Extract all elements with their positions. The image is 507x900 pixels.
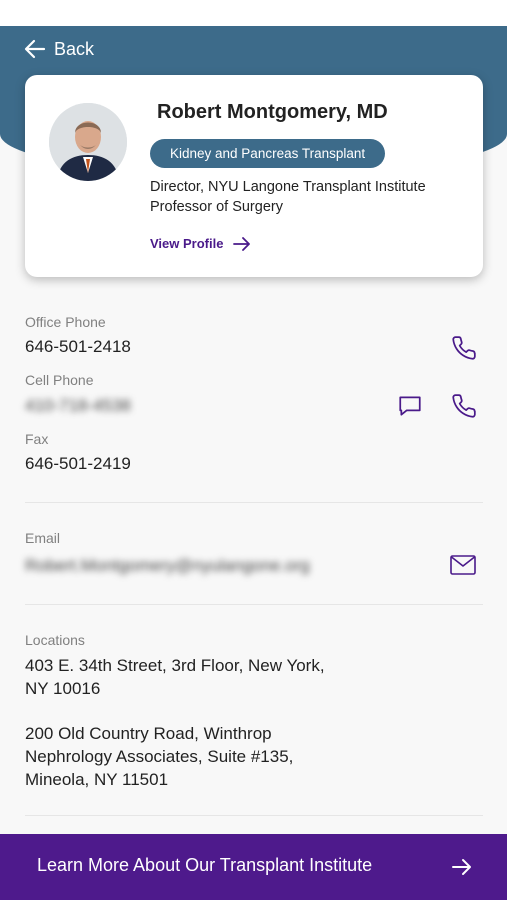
cell-phone-message-button[interactable] xyxy=(395,391,425,421)
address-line: 403 E. 34th Street, 3rd Floor, New York, xyxy=(25,656,325,675)
email-button[interactable] xyxy=(448,550,478,580)
cell-phone-label: Cell Phone xyxy=(25,372,94,388)
office-phone-value: 646-501-2418 xyxy=(25,337,131,356)
office-phone-label: Office Phone xyxy=(25,314,106,330)
back-button[interactable]: Back xyxy=(24,36,94,62)
address-line: NY 10016 xyxy=(25,679,101,698)
divider xyxy=(25,502,483,503)
office-phone-call-button[interactable] xyxy=(449,333,479,363)
learn-more-button[interactable]: Learn More About Our Transplant Institut… xyxy=(0,834,507,900)
status-bar xyxy=(0,0,507,26)
location-address-2: 200 Old Country Road, Winthrop Nephrolog… xyxy=(25,722,293,791)
back-arrow-icon xyxy=(24,39,46,59)
doctor-title-1: Director, NYU Langone Transplant Institu… xyxy=(150,179,426,195)
phone-icon xyxy=(452,394,476,418)
fax-value: 646-501-2419 xyxy=(25,454,131,473)
phone-icon xyxy=(452,336,476,360)
doctor-card: Robert Montgomery, MD Kidney and Pancrea… xyxy=(25,75,483,277)
view-profile-link[interactable]: View Profile xyxy=(150,236,251,251)
mail-icon xyxy=(450,555,476,575)
divider xyxy=(25,815,483,816)
specialty-badge: Kidney and Pancreas Transplant xyxy=(150,139,386,168)
chat-icon xyxy=(399,396,421,416)
back-label: Back xyxy=(54,38,95,59)
address-line: Mineola, NY 11501 xyxy=(25,770,169,789)
fax-label: Fax xyxy=(25,431,49,447)
doctor-name: Robert Montgomery, MD xyxy=(157,101,388,123)
email-label: Email xyxy=(25,530,61,546)
divider xyxy=(25,604,483,605)
email-value: Robert.Montgomery@nyulangone.org xyxy=(25,556,310,575)
cell-phone-call-button[interactable] xyxy=(449,391,479,421)
view-profile-label: View Profile xyxy=(150,236,224,251)
locations-label: Locations xyxy=(25,632,85,648)
address-line: 200 Old Country Road, Winthrop xyxy=(25,724,272,743)
address-line: Nephrology Associates, Suite #135, xyxy=(25,747,294,766)
arrow-right-icon xyxy=(452,859,471,875)
learn-more-label: Learn More About Our Transplant Institut… xyxy=(37,855,373,875)
arrow-right-icon xyxy=(233,236,251,251)
cell-phone-value: 410-718-4538 xyxy=(25,396,131,415)
location-address-1: 403 E. 34th Street, 3rd Floor, New York,… xyxy=(25,654,325,700)
doctor-avatar xyxy=(49,103,127,181)
doctor-title-2: Professor of Surgery xyxy=(150,199,283,215)
